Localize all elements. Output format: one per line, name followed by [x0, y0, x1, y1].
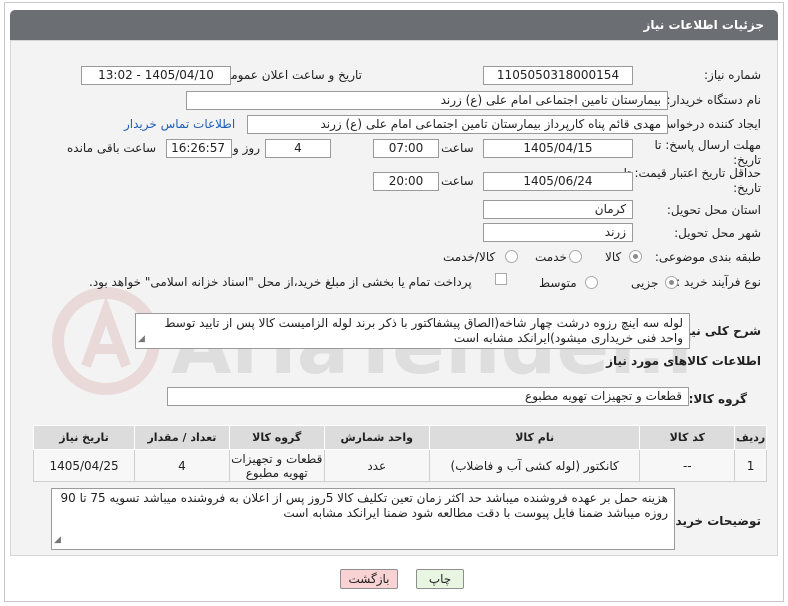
- days-remaining-field: 4: [265, 139, 331, 158]
- process-label: نوع فرآیند خرید :: [676, 275, 761, 289]
- days-label: روز و: [233, 141, 260, 155]
- cell-qty: 4: [134, 449, 230, 482]
- description-textarea[interactable]: لوله سه اینچ رزوه درشت چهار شاخه(الصاق پ…: [135, 313, 690, 349]
- province-label: استان محل تحویل:: [666, 203, 761, 217]
- buyer-label: نام دستگاه خریدار:: [666, 93, 762, 107]
- process-radio-medium[interactable]: [585, 276, 598, 289]
- city-field: زرند: [483, 223, 633, 242]
- price-validity-label: حداقل تاریخ اعتبار قیمت: تا تاریخ:: [623, 166, 761, 195]
- deadline-time-label: ساعت: [441, 141, 474, 155]
- col-group: گروه کالا: [228, 425, 325, 450]
- deadline-time-field: 07:00: [373, 139, 439, 158]
- category-option-service: خدمت: [535, 250, 567, 264]
- cell-group: قطعات و تجهیزات تهویه مطبوع: [228, 449, 325, 482]
- resize-grip-icon: ◢: [138, 334, 145, 344]
- col-name: نام کالا: [428, 425, 641, 450]
- process-radio-minor[interactable]: [665, 276, 678, 289]
- col-qty: تعداد / مقدار: [134, 425, 230, 450]
- page-title: جزئیات اطلاعات نیاز: [10, 10, 778, 40]
- goods-group-field: قطعات و تجهیزات تهویه مطبوع: [167, 387, 689, 406]
- need-number-label: شماره نیاز:: [704, 68, 761, 82]
- table-row: 1 -- کانکتور (لوله کشی آب و فاضلاب) عدد …: [32, 449, 767, 482]
- price-validity-time-label: ساعت: [441, 174, 474, 188]
- category-option-goods-service: کالا/خدمت: [443, 250, 496, 264]
- category-label: طبقه بندی موضوعی:: [654, 250, 761, 264]
- table-header-row: ردیف کد کالا نام کالا واحد شمارش گروه کا…: [32, 425, 767, 450]
- treasury-payment-checkbox[interactable]: [495, 273, 507, 285]
- price-validity-time-field: 20:00: [373, 172, 439, 191]
- province-field: کرمان: [483, 200, 633, 219]
- details-panel: AriaTender.neT شماره نیاز: 1105050318000…: [10, 40, 778, 556]
- creator-field: مهدی قائم پناه کارپرداز بیمارستان تامین …: [247, 115, 668, 134]
- process-option-medium: متوسط: [539, 276, 577, 290]
- buyer-field: بیمارستان تامین اجتماعی امام علی (ع) زرن…: [186, 91, 668, 110]
- announce-label: تاریخ و ساعت اعلان عمومی:: [217, 68, 362, 82]
- category-radio-service[interactable]: [569, 250, 582, 263]
- need-number-field: 1105050318000154: [483, 66, 633, 85]
- category-radio-goods-service[interactable]: [505, 250, 518, 263]
- price-validity-date-field: 1405/06/24: [483, 172, 633, 191]
- col-code: کد کالا: [639, 425, 736, 450]
- treasury-payment-note: پرداخت تمام یا بخشی از مبلغ خرید،از محل …: [89, 275, 472, 289]
- cell-date: 1405/04/25: [32, 449, 136, 482]
- cell-unit: عدد: [323, 449, 430, 482]
- deadline-label: مهلت ارسال پاسخ: تا تاریخ:: [654, 138, 761, 167]
- description-text: لوله سه اینچ رزوه درشت چهار شاخه(الصاق پ…: [164, 316, 683, 345]
- cell-name: کانکتور (لوله کشی آب و فاضلاب): [428, 449, 641, 482]
- buyer-contact-link[interactable]: اطلاعات تماس خریدار: [124, 117, 235, 131]
- category-option-goods: کالا: [605, 250, 622, 264]
- city-label: شهر محل تحویل:: [674, 226, 761, 240]
- col-date: تاریخ نیاز: [32, 425, 136, 450]
- buyer-notes-textarea[interactable]: هزینه حمل بر عهده فروشنده میباشد حد اکثر…: [51, 488, 675, 550]
- goods-section-title: اطلاعات کالاهای مورد نیاز: [606, 354, 761, 368]
- print-button[interactable]: چاپ: [416, 569, 464, 589]
- buyer-notes-text: هزینه حمل بر عهده فروشنده میباشد حد اکثر…: [60, 491, 668, 520]
- remaining-time-label: ساعت باقی مانده: [67, 141, 157, 155]
- remaining-time-field: 16:26:57: [166, 139, 232, 158]
- goods-table: ردیف کد کالا نام کالا واحد شمارش گروه کا…: [32, 425, 767, 482]
- deadline-date-field: 1405/04/15: [483, 139, 633, 158]
- col-row: ردیف: [734, 425, 767, 450]
- cell-code: --: [639, 449, 736, 482]
- back-button[interactable]: بازگشت: [340, 569, 398, 589]
- col-unit: واحد شمارش: [323, 425, 430, 450]
- cell-row: 1: [734, 449, 767, 482]
- category-radio-goods[interactable]: [629, 250, 642, 263]
- goods-group-label: گروه کالا:: [688, 392, 747, 406]
- process-option-minor: جزیی: [631, 276, 659, 290]
- resize-grip-icon: ◢: [54, 535, 61, 545]
- announce-field: 1405/04/10 - 13:02: [81, 66, 231, 85]
